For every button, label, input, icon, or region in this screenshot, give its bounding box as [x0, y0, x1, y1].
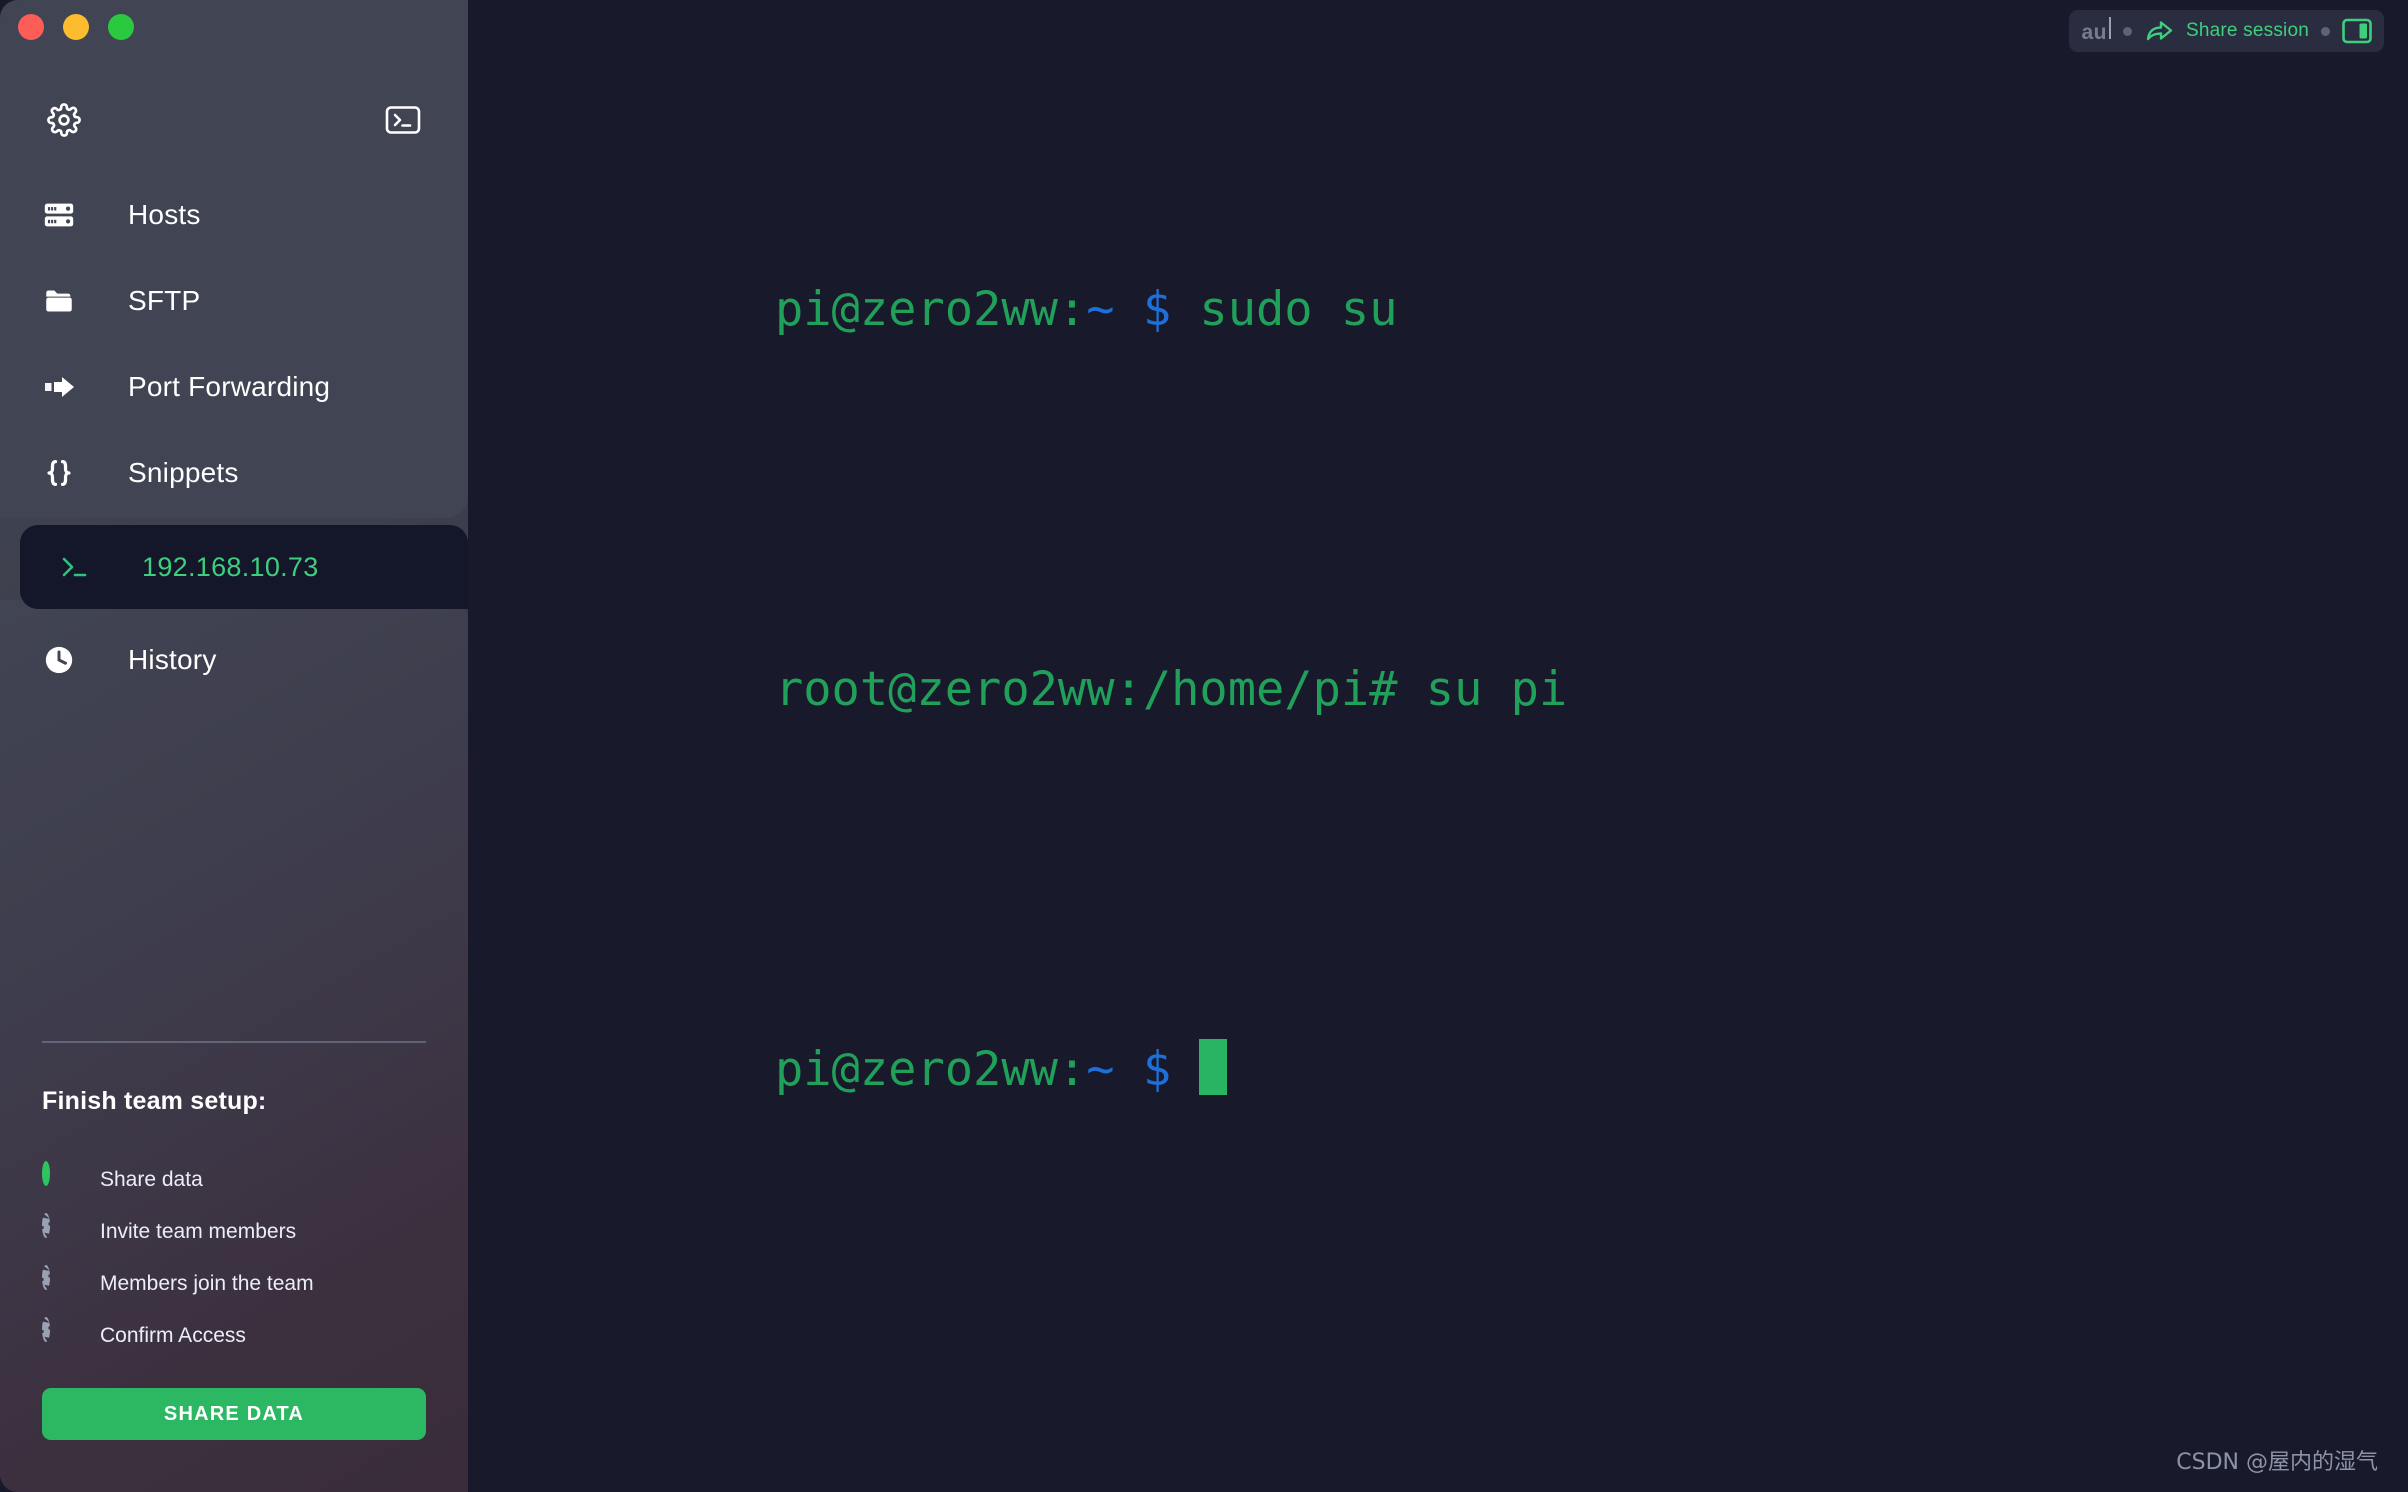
team-setup-step-confirm-access[interactable]: Confirm Access	[42, 1310, 426, 1362]
team-setup-step-members-join[interactable]: Members join the team	[42, 1258, 426, 1310]
sidebar-item-history[interactable]: History	[0, 620, 468, 700]
sidebar-item-snippets[interactable]: Snippets	[0, 430, 468, 516]
team-setup-title: Finish team setup:	[42, 1087, 267, 1115]
terminal-prompt-user: root@zero2ww:	[774, 662, 1143, 717]
terminal-command: sudo su	[1171, 282, 1398, 337]
step-label: Share data	[100, 1168, 203, 1191]
step-label: Invite team members	[100, 1220, 297, 1243]
terminal-command: /home/pi# su pi	[1142, 662, 1568, 717]
team-setup-step-invite-members[interactable]: Invite team members	[42, 1206, 426, 1258]
close-window-button[interactable]	[18, 14, 44, 40]
team-setup-step-share-data[interactable]: Share data	[42, 1154, 426, 1206]
sidebar-header	[0, 96, 468, 156]
text-caret-icon	[2108, 17, 2111, 39]
toolbar-separator-dot	[2321, 26, 2330, 36]
curly-braces-icon	[38, 452, 80, 494]
terminal-line: root@zero2ww:/home/pi# su pi	[492, 576, 2408, 804]
team-setup-divider	[42, 1041, 426, 1043]
gear-icon	[47, 103, 81, 137]
team-setup-panel: Finish team setup: Share data Invite tea…	[0, 1041, 468, 1492]
terminal-space	[1171, 1042, 1199, 1097]
share-session-toolbar[interactable]: au Share session	[2069, 10, 2384, 52]
terminal-prompt-user: pi@zero2ww:	[774, 1042, 1087, 1097]
sidebar: Hosts SFTP Port Forwarding Snippets 192.…	[0, 0, 470, 1492]
sidebar-item-label: SFTP	[128, 285, 201, 316]
sidebar-item-hosts[interactable]: Hosts	[0, 172, 468, 258]
share-arrow-icon[interactable]	[2144, 18, 2174, 44]
terminal-prompt-user: pi@zero2ww:	[774, 282, 1087, 337]
terminal-cursor	[1199, 1039, 1228, 1095]
sidebar-item-label: Hosts	[128, 199, 201, 230]
minimize-window-button[interactable]	[63, 14, 89, 40]
watermark-text: CSDN @屋内的湿气	[2176, 1450, 2378, 1475]
app-window: Hosts SFTP Port Forwarding Snippets 192.…	[0, 0, 2408, 1492]
arrow-forward-icon	[38, 366, 80, 408]
share-session-label[interactable]: Share session	[2186, 20, 2309, 42]
terminal-box-icon	[385, 106, 421, 134]
split-pane-icon[interactable]	[2342, 18, 2372, 44]
step-label: Members join the team	[100, 1272, 314, 1295]
sidebar-nav: Hosts SFTP Port Forwarding Snippets	[0, 172, 468, 516]
folder-icon	[38, 280, 80, 322]
terminal-prompt-symbol: $	[1142, 282, 1172, 337]
terminal-prompt-icon	[54, 546, 96, 588]
terminal-line: pi@zero2ww:~ $	[492, 956, 2408, 1184]
terminal-prompt-symbol: $	[1142, 1042, 1172, 1097]
toolbar-separator-dot	[2122, 26, 2132, 36]
window-frame: Hosts SFTP Port Forwarding Snippets 192.…	[0, 0, 2408, 1492]
sidebar-item-label: Snippets	[128, 457, 239, 488]
step-status-circle-done-icon	[42, 1161, 72, 1195]
window-traffic-lights	[18, 14, 134, 40]
step-label: Confirm Access	[100, 1324, 246, 1347]
clock-icon	[38, 639, 80, 681]
sidebar-item-port-forwarding[interactable]: Port Forwarding	[0, 344, 468, 430]
step-status-circle-pending-icon	[42, 1317, 72, 1351]
terminal-prompt-path: ~	[1086, 1042, 1115, 1097]
settings-button[interactable]	[40, 96, 88, 144]
active-session-label: 192.168.10.73	[142, 551, 319, 582]
terminal-pane[interactable]: pi@zero2ww:~ $ sudo su root@zero2ww:/hom…	[468, 0, 2408, 1492]
step-status-circle-pending-icon	[42, 1213, 72, 1247]
step-status-circle-pending-icon	[42, 1265, 72, 1299]
sidebar-item-label: History	[128, 644, 217, 675]
terminal-space	[1115, 1042, 1143, 1097]
terminal-space	[1115, 282, 1143, 337]
new-terminal-button[interactable]	[380, 98, 426, 142]
terminal-output: pi@zero2ww:~ $ sudo su root@zero2ww:/hom…	[492, 44, 2408, 1492]
sidebar-item-active-session[interactable]: 192.168.10.73	[20, 525, 468, 609]
session-user-label: au	[2081, 17, 2111, 45]
terminal-prompt-path: ~	[1086, 282, 1115, 337]
maximize-window-button[interactable]	[108, 14, 134, 40]
terminal-line: pi@zero2ww:~ $ sudo su	[492, 196, 2408, 424]
sidebar-item-label: Port Forwarding	[128, 371, 331, 402]
sidebar-item-sftp[interactable]: SFTP	[0, 258, 468, 344]
share-data-button[interactable]: SHARE DATA	[42, 1388, 426, 1440]
server-icon	[38, 194, 80, 236]
